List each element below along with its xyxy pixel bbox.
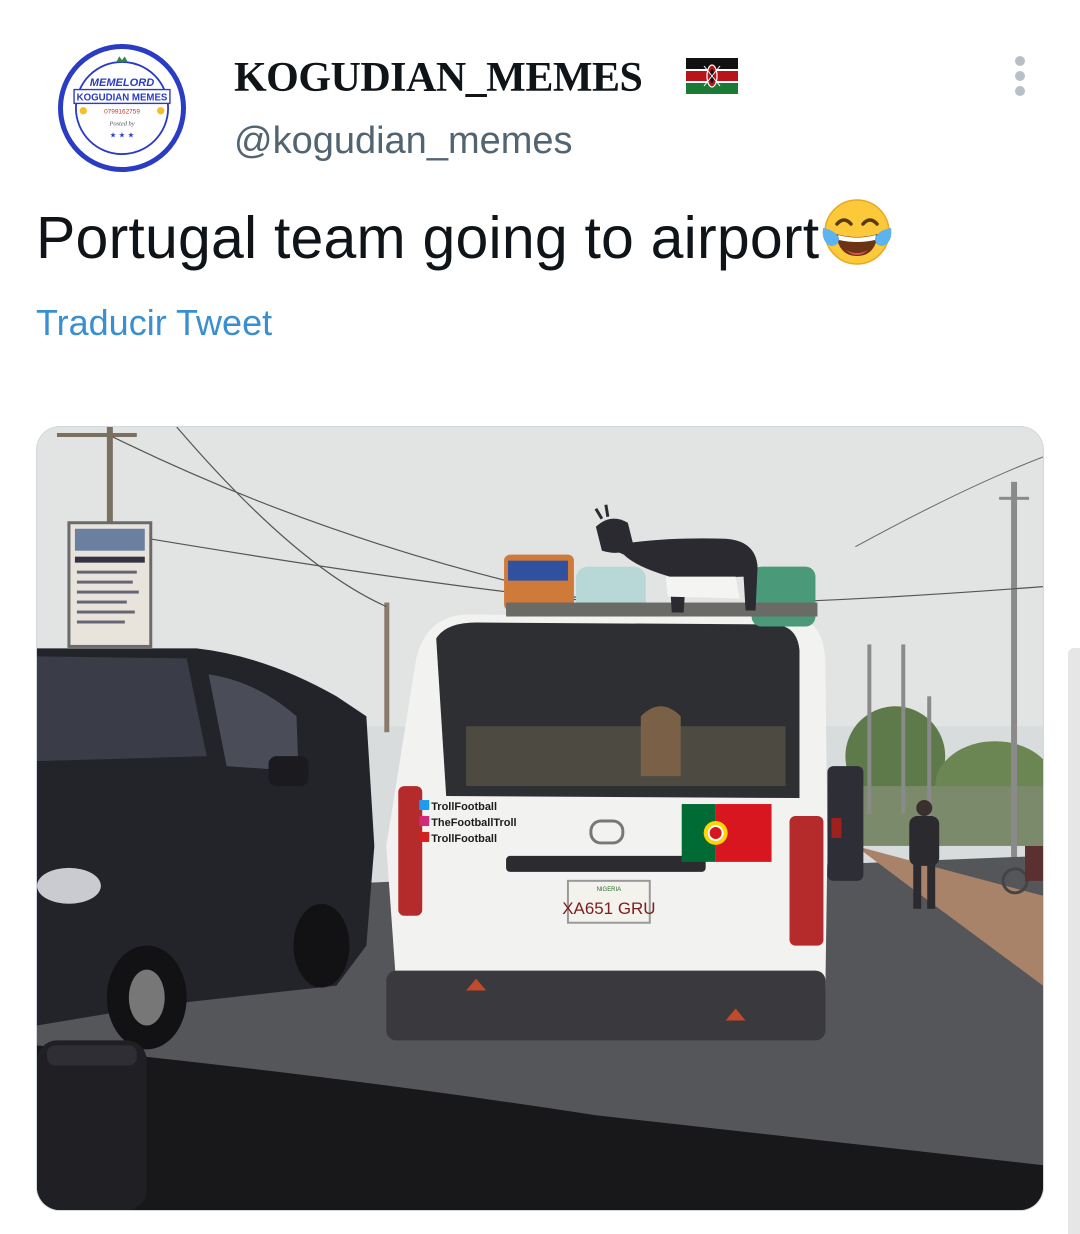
- tweet-photo[interactable]: TrollFootball TheFootballTroll TrollFoot…: [36, 426, 1044, 1211]
- display-name[interactable]: KOGUDIAN_MEMES: [234, 54, 643, 102]
- profile-avatar[interactable]: MEMELORD KOGUDIAN MEMES 0799162759 Poste…: [58, 44, 186, 172]
- watermark-instagram: TheFootballTroll: [431, 817, 516, 829]
- scrollbar[interactable]: [1068, 648, 1080, 1234]
- avatar-line3: 0799162759: [104, 109, 140, 116]
- kenya-flag-icon: [686, 58, 738, 94]
- svg-text:★ ★ ★: ★ ★ ★: [110, 131, 135, 140]
- avatar-line1: MEMELORD: [90, 77, 154, 89]
- more-options-icon[interactable]: [1006, 52, 1034, 100]
- watermark-twitter: TrollFootball: [431, 801, 497, 813]
- plate-header: NIGERIA: [597, 887, 622, 893]
- avatar-line2: KOGUDIAN MEMES: [77, 93, 168, 104]
- tears-of-joy-emoji-icon: [822, 199, 892, 265]
- license-plate: XA651 GRU: [562, 899, 655, 918]
- user-handle[interactable]: @kogudian_memes: [234, 120, 573, 163]
- avatar-line4: Posted by: [108, 121, 134, 128]
- watermark-youtube: TrollFootball: [431, 833, 497, 845]
- tweet-body: Portugal team going to airport: [36, 199, 895, 280]
- tweet-text: Portugal team going to airport: [36, 205, 820, 271]
- tweet-card: MEMELORD KOGUDIAN MEMES 0799162759 Poste…: [0, 0, 1080, 1234]
- translate-tweet-link[interactable]: Traducir Tweet: [36, 302, 272, 344]
